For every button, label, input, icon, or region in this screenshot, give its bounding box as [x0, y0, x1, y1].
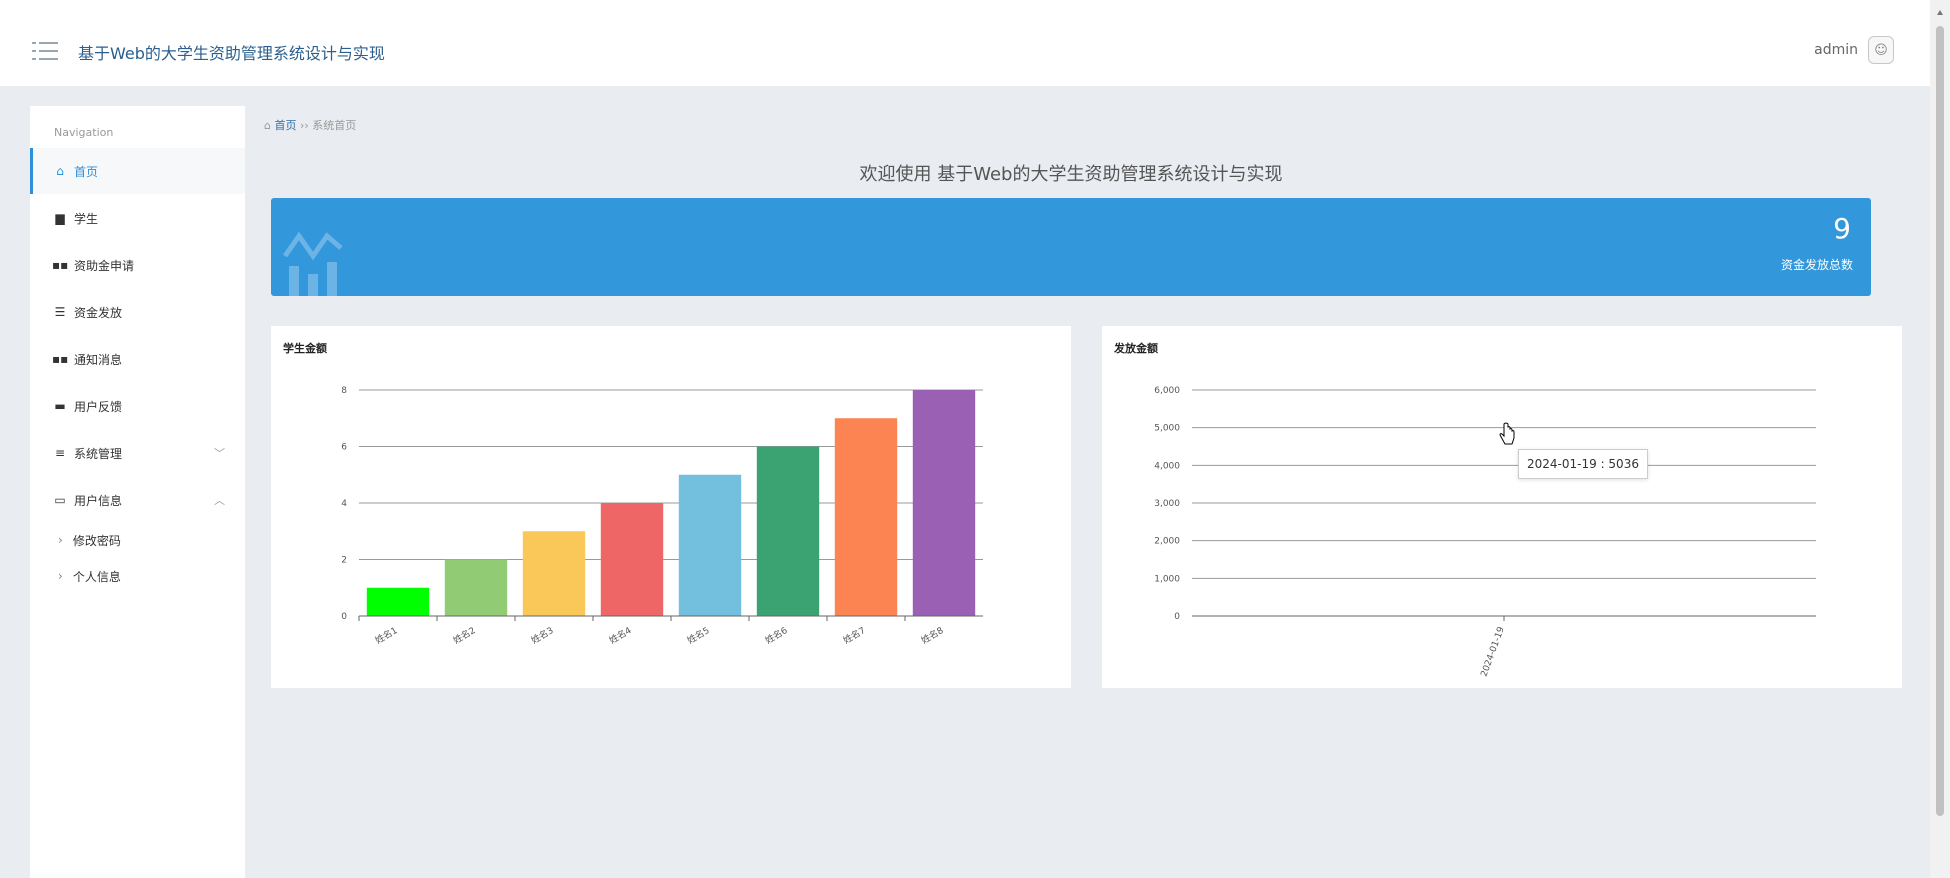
y-tick-label: 2,000	[1154, 537, 1180, 547]
grid-icon: ▪▪	[52, 258, 69, 272]
y-tick-label: 1,000	[1154, 574, 1180, 584]
y-tick-label: 0	[341, 612, 347, 622]
y-tick-label: 5,000	[1154, 424, 1180, 434]
sidebar-item-aid-application[interactable]: ▪▪ 资助金申请	[30, 242, 245, 288]
app-title: 基于Web的大学生资助管理系统设计与实现	[78, 44, 385, 63]
sidebar-item-home[interactable]: ⌂ 首页	[30, 148, 245, 194]
breadcrumb: ⌂ 首页 ›› 系统首页	[264, 117, 356, 133]
chevron-down-icon: ﹀	[214, 447, 225, 460]
y-tick-label: 8	[341, 386, 347, 396]
sidebar-item-label: 资助金申请	[74, 258, 135, 273]
sidebar-item-notifications[interactable]: ▪▪ 通知消息	[30, 336, 245, 382]
y-tick-label: 6,000	[1154, 386, 1180, 396]
chevron-right-icon: ›	[58, 569, 63, 583]
y-tick-label: 4	[341, 499, 347, 509]
hand-cursor-icon	[1499, 422, 1515, 445]
avatar[interactable]: ☺	[1868, 36, 1894, 64]
student-amount-chart: 0 2 4 6 8 姓名1 姓名2 姓名3 姓名4 姓名5 姓名6 姓名7 姓名8	[341, 386, 983, 646]
sidebar-subitem-label: 个人信息	[72, 569, 121, 584]
sidebar-subitem-change-password[interactable]: › 修改密码	[30, 522, 245, 558]
card-icon: ▭	[54, 493, 66, 507]
x-tick-label: 姓名4	[607, 624, 634, 646]
bar	[912, 390, 976, 616]
x-tick-label: 姓名1	[373, 624, 400, 646]
stat-value: 9	[1833, 212, 1851, 245]
y-tick-label: 3,000	[1154, 499, 1180, 509]
sidebar-item-label: 首页	[74, 164, 99, 179]
y-tick-label: 2	[341, 556, 347, 566]
y-tick-label: 0	[1174, 612, 1180, 622]
monitor-icon: ▬	[54, 399, 66, 413]
sidebar-item-fund-distribution[interactable]: ☰ 资金发放	[30, 289, 245, 335]
sidebar-subitem-personal-info[interactable]: › 个人信息	[30, 558, 245, 594]
y-tick-label: 4,000	[1154, 461, 1180, 471]
nav-heading: Navigation	[54, 126, 114, 139]
stat-card: 9 资金发放总数	[271, 198, 1871, 296]
bar	[522, 531, 586, 616]
sidebar-item-label: 学生	[74, 211, 99, 226]
bar	[756, 446, 820, 616]
sidebar-item-label: 用户信息	[74, 493, 123, 508]
grid-icon: ▪▪	[52, 352, 69, 366]
x-tick-label: 2024-01-19	[1480, 625, 1507, 678]
chart-tooltip: 2024-01-19 : 5036	[1518, 449, 1648, 479]
bar	[444, 559, 508, 616]
sidebar-item-students[interactable]: ▆ 学生	[30, 195, 245, 241]
chevron-up-icon: ︿	[214, 494, 225, 507]
x-tick-label: 姓名2	[451, 624, 478, 646]
user-name[interactable]: admin	[1814, 42, 1858, 58]
welcome-title: 欢迎使用 基于Web的大学生资助管理系统设计与实现	[859, 164, 1283, 185]
sidebar-item-system-management[interactable]: ≡ 系统管理 ﹀	[30, 430, 245, 476]
home-icon: ⌂	[56, 164, 64, 178]
chart-trend-icon	[282, 231, 343, 296]
sidebar-item-label: 通知消息	[74, 352, 123, 367]
bar	[600, 503, 664, 616]
scrollbar-thumb[interactable]	[1936, 26, 1944, 816]
bar	[678, 474, 742, 616]
sliders-icon: ☰	[54, 305, 66, 319]
list-icon: ≡	[54, 446, 66, 460]
stat-label: 资金发放总数	[1780, 258, 1853, 272]
sidebar-item-label: 资金发放	[74, 305, 123, 320]
distribution-amount-panel: 发放金额 0 1,000 2,000 3,000 4,000 5,000 6,000 2024…	[1102, 326, 1902, 688]
breadcrumb-current: 系统首页	[312, 119, 357, 132]
top-navbar: 基于Web的大学生资助管理系统设计与实现 admin ☺	[0, 0, 1930, 86]
sidebar-subitem-label: 修改密码	[72, 533, 121, 548]
sidebar-item-user-info[interactable]: ▭ 用户信息 ︿	[30, 477, 245, 523]
briefcase-icon: ▆	[55, 211, 65, 225]
chevron-right-icon: ›	[58, 533, 63, 547]
sidebar-item-feedback[interactable]: ▬ 用户反馈	[30, 383, 245, 429]
x-tick-label: 姓名3	[529, 624, 556, 646]
bar	[834, 418, 898, 616]
breadcrumb-home-link[interactable]: 首页	[274, 119, 296, 132]
x-tick-label: 姓名6	[763, 624, 790, 646]
sidebar-item-label: 用户反馈	[74, 399, 123, 414]
sidebar-item-label: 系统管理	[74, 446, 123, 461]
page-scrollbar[interactable]	[1930, 0, 1950, 878]
x-tick-label: 姓名7	[841, 624, 868, 646]
distribution-amount-chart: 0 1,000 2,000 3,000 4,000 5,000 6,000 2024-01-1…	[1154, 386, 1816, 678]
x-tick-label: 姓名8	[919, 624, 946, 646]
y-tick-label: 6	[341, 443, 347, 453]
bar	[366, 587, 430, 616]
breadcrumb-separator: ››	[299, 119, 309, 132]
student-amount-panel: 学生金额 0 2 4 6 8 姓名1 姓名2 姓名3 姓名4 姓名5 姓名6 姓名7 姓名8	[271, 326, 1071, 688]
sidebar: Navigation ⌂ 首页 ▆ 学生 ▪▪ 资助金申请 ☰ 资金发放 ▪▪ …	[30, 106, 245, 878]
menu-toggle-icon[interactable]	[32, 40, 58, 62]
home-icon: ⌂	[264, 119, 271, 132]
scroll-up-arrow-icon[interactable]	[1937, 10, 1943, 15]
x-tick-label: 姓名5	[685, 624, 712, 646]
